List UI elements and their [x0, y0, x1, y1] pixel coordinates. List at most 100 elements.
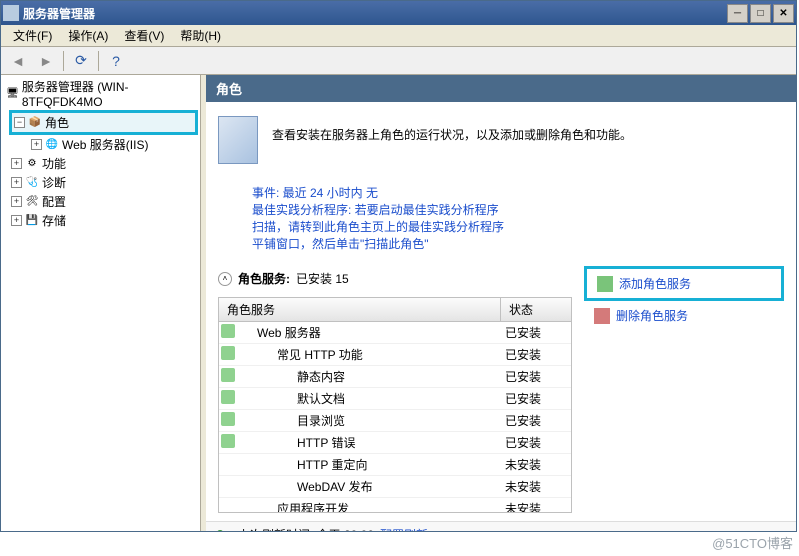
titlebar[interactable]: 服务器管理器 ─ □ ✕	[1, 1, 796, 25]
role-services-header[interactable]: ˄ 角色服务: 已安装 15	[218, 266, 572, 291]
tree-storage-label: 存储	[42, 212, 66, 229]
footer-bar: ⟳ 上次刷新时间: 今天 20:00 配置刷新	[206, 521, 796, 531]
nav-back-button[interactable]: ◄	[7, 50, 29, 72]
actions-column: 添加角色服务 删除角色服务	[584, 266, 784, 513]
th-name[interactable]: 角色服务	[219, 298, 501, 321]
expander-icon[interactable]: +	[11, 196, 22, 207]
tree-iis[interactable]: + 🌐 Web 服务器(IIS)	[29, 135, 198, 154]
service-status: 未安装	[501, 454, 571, 475]
server-icon: 🖥	[5, 87, 20, 101]
roles-large-icon	[218, 116, 258, 164]
table-row[interactable]: 默认文档已安装	[219, 388, 571, 410]
service-status-icon	[219, 454, 237, 475]
diagnostics-icon: 🩺	[24, 176, 40, 190]
service-status: 已安装	[501, 388, 571, 409]
events-line1: 事件: 最近 24 小时内 无	[252, 184, 784, 201]
chevron-up-icon[interactable]: ˄	[218, 272, 232, 286]
maximize-button[interactable]: □	[750, 4, 771, 23]
main-panel: 角色 查看安装在服务器上角色的运行状况，以及添加或删除角色和功能。 事件: 最近…	[206, 75, 796, 531]
menu-action[interactable]: 操作(A)	[60, 25, 116, 46]
table-body[interactable]: Web 服务器已安装常见 HTTP 功能已安装静态内容已安装默认文档已安装目录浏…	[219, 322, 571, 512]
menubar: 文件(F) 操作(A) 查看(V) 帮助(H)	[1, 25, 796, 47]
expander-icon[interactable]: +	[31, 139, 42, 150]
role-services-title: 角色服务:	[238, 270, 290, 287]
tree-diagnostics[interactable]: + 🩺 诊断	[9, 173, 198, 192]
service-status: 已安装	[501, 410, 571, 431]
th-status[interactable]: 状态	[501, 298, 571, 321]
nav-forward-button[interactable]: ►	[35, 50, 57, 72]
remove-role-service-link[interactable]: 删除角色服务	[584, 301, 784, 330]
features-icon: ⚙	[24, 157, 40, 171]
menu-view[interactable]: 查看(V)	[116, 25, 172, 46]
tree-iis-label: Web 服务器(IIS)	[62, 136, 148, 153]
app-icon	[3, 5, 19, 21]
role-services-section: ˄ 角色服务: 已安装 15 角色服务 状态 Web 服务器已安装常见 HTTP…	[206, 258, 796, 521]
service-status-icon	[219, 432, 237, 453]
refresh-icon: ⟳	[216, 527, 232, 532]
tree-roles[interactable]: − 📦 角色	[9, 110, 198, 135]
table-row[interactable]: HTTP 重定向未安装	[219, 454, 571, 476]
add-role-service-link[interactable]: 添加角色服务	[584, 266, 784, 301]
expander-icon[interactable]: +	[11, 215, 22, 226]
service-name: 默认文档	[237, 388, 501, 409]
service-name: Web 服务器	[237, 322, 501, 343]
toolbar-separator	[98, 51, 99, 71]
expander-icon[interactable]: +	[11, 177, 22, 188]
service-status-icon	[219, 498, 237, 512]
best-practice-link[interactable]: 最佳实践分析程序: 若要启动最佳实践分析程序 扫描，请转到此角色主页上的最佳实践…	[252, 201, 784, 252]
service-name: WebDAV 发布	[237, 476, 501, 497]
storage-icon: 💾	[24, 214, 40, 228]
service-status-icon	[219, 388, 237, 409]
content-area: 🖥 服务器管理器 (WIN-8TFQFDK4MO − 📦 角色 + 🌐 Web …	[1, 75, 796, 531]
web-icon: 🌐	[44, 138, 60, 152]
service-name: HTTP 重定向	[237, 454, 501, 475]
service-status: 未安装	[501, 476, 571, 497]
minimize-button[interactable]: ─	[727, 4, 748, 23]
remove-icon	[594, 308, 610, 324]
service-name: 静态内容	[237, 366, 501, 387]
menu-file[interactable]: 文件(F)	[5, 25, 60, 46]
service-name: 应用程序开发	[237, 498, 501, 512]
configure-refresh-link[interactable]: 配置刷新	[380, 526, 428, 531]
service-name: 目录浏览	[237, 410, 501, 431]
table-row[interactable]: 应用程序开发未安装	[219, 498, 571, 512]
toolbar-separator	[63, 51, 64, 71]
tree-features[interactable]: + ⚙ 功能	[9, 154, 198, 173]
service-name: HTTP 错误	[237, 432, 501, 453]
expander-icon[interactable]: −	[14, 117, 25, 128]
help-button[interactable]: ?	[105, 50, 127, 72]
table-row[interactable]: WebDAV 发布未安装	[219, 476, 571, 498]
tree-config-label: 配置	[42, 193, 66, 210]
table-row[interactable]: 静态内容已安装	[219, 366, 571, 388]
table-row[interactable]: HTTP 错误已安装	[219, 432, 571, 454]
table-row[interactable]: 常见 HTTP 功能已安装	[219, 344, 571, 366]
watermark: @51CTO博客	[712, 533, 793, 552]
service-status: 已安装	[501, 432, 571, 453]
role-services-count: 已安装 15	[296, 270, 349, 287]
close-button[interactable]: ✕	[773, 4, 794, 23]
tree-configuration[interactable]: + 🛠 配置	[9, 192, 198, 211]
menu-help[interactable]: 帮助(H)	[172, 25, 229, 46]
service-status-icon	[219, 366, 237, 387]
tree-storage[interactable]: + 💾 存储	[9, 211, 198, 230]
service-status: 已安装	[501, 366, 571, 387]
service-status-icon	[219, 344, 237, 365]
refresh-button[interactable]: ⟳	[70, 50, 92, 72]
table-row[interactable]: Web 服务器已安装	[219, 322, 571, 344]
tree-roles-label: 角色	[45, 114, 69, 131]
expander-icon[interactable]: +	[11, 158, 22, 169]
service-status: 已安装	[501, 344, 571, 365]
tree-root-label: 服务器管理器 (WIN-8TFQFDK4MO	[22, 78, 196, 109]
service-status-icon	[219, 322, 237, 343]
table-row[interactable]: 目录浏览已安装	[219, 410, 571, 432]
window-frame: 服务器管理器 ─ □ ✕ 文件(F) 操作(A) 查看(V) 帮助(H) ◄ ►…	[0, 0, 797, 532]
sidebar-tree[interactable]: 🖥 服务器管理器 (WIN-8TFQFDK4MO − 📦 角色 + 🌐 Web …	[1, 75, 201, 531]
last-refresh-label: 上次刷新时间: 今天 20:00	[238, 526, 374, 531]
tree-root[interactable]: 🖥 服务器管理器 (WIN-8TFQFDK4MO	[3, 77, 198, 110]
main-header: 角色	[206, 75, 796, 102]
service-status: 未安装	[501, 498, 571, 512]
roles-icon: 📦	[27, 116, 43, 130]
window-title: 服务器管理器	[23, 5, 95, 22]
events-block: 事件: 最近 24 小时内 无 最佳实践分析程序: 若要启动最佳实践分析程序 扫…	[206, 178, 796, 258]
add-icon	[597, 276, 613, 292]
